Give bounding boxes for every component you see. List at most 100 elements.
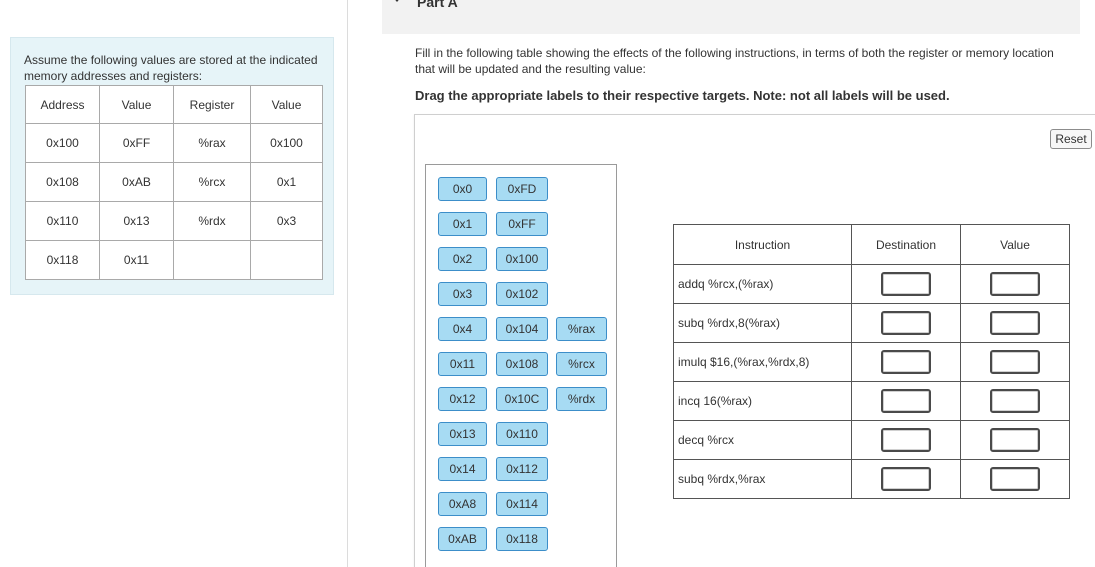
register-cell: %rcx — [173, 162, 251, 202]
table-row: addq %rcx,(%rax) — [673, 264, 1070, 304]
address-cell: 0x118 — [25, 240, 100, 280]
header-register-value: Value — [250, 85, 323, 124]
register-value-cell — [250, 240, 323, 280]
label-bank: 0x0 0x1 0x2 0x3 0x4 0x11 0x12 0x13 0x14 … — [425, 164, 617, 567]
drag-label[interactable]: 0xFD — [496, 177, 548, 201]
value-drop-target[interactable] — [990, 272, 1040, 296]
drag-label[interactable]: 0x4 — [438, 317, 487, 341]
reset-button[interactable]: Reset — [1050, 129, 1092, 149]
destination-drop-target[interactable] — [881, 350, 931, 374]
table-row: incq 16(%rax) — [673, 381, 1070, 421]
value-cell — [960, 264, 1070, 304]
drag-instructions: Drag the appropriate labels to their res… — [415, 88, 950, 103]
destination-drop-target[interactable] — [881, 467, 931, 491]
destination-cell — [851, 342, 961, 382]
destination-cell — [851, 420, 961, 460]
drag-label[interactable]: 0x112 — [496, 457, 548, 481]
header-address: Address — [25, 85, 100, 124]
drag-label[interactable]: 0x2 — [438, 247, 487, 271]
instruction-cell: addq %rcx,(%rax) — [673, 264, 852, 304]
destination-cell — [851, 381, 961, 421]
register-value-cell: 0x3 — [250, 201, 323, 241]
drag-label[interactable]: 0x12 — [438, 387, 487, 411]
destination-cell — [851, 303, 961, 343]
drag-label[interactable]: 0x104 — [496, 317, 548, 341]
drag-label[interactable]: 0x110 — [496, 422, 548, 446]
drag-label[interactable]: 0x10C — [496, 387, 548, 411]
value-drop-target[interactable] — [990, 389, 1040, 413]
drag-label[interactable]: 0x114 — [496, 492, 548, 516]
instruction-cell: imulq $16,(%rax,%rdx,8) — [673, 342, 852, 382]
register-cell — [173, 240, 251, 280]
header-value: Value — [99, 85, 174, 124]
drag-label[interactable]: 0xAB — [438, 527, 487, 551]
caret-down-icon[interactable] — [392, 0, 402, 2]
drag-label[interactable]: 0x100 — [496, 247, 548, 271]
drag-label[interactable]: 0x0 — [438, 177, 487, 201]
table-row: subq %rdx,8(%rax) — [673, 303, 1070, 343]
value-cell — [960, 342, 1070, 382]
address-cell: 0x108 — [25, 162, 100, 202]
destination-drop-target[interactable] — [881, 428, 931, 452]
destination-drop-target[interactable] — [881, 311, 931, 335]
memory-value-cell: 0x13 — [99, 201, 174, 241]
drag-label-register[interactable]: %rax — [556, 317, 607, 341]
drag-label-register[interactable]: %rcx — [556, 352, 607, 376]
destination-cell — [851, 459, 961, 499]
drag-label[interactable]: 0x1 — [438, 212, 487, 236]
instruction-cell: subq %rdx,%rax — [673, 459, 852, 499]
header-instruction: Instruction — [673, 224, 852, 265]
answer-table: Instruction Destination Value addq %rcx,… — [673, 224, 1070, 499]
register-cell: %rax — [173, 123, 251, 163]
address-cell: 0x100 — [25, 123, 100, 163]
value-drop-target[interactable] — [990, 467, 1040, 491]
register-value-cell: 0x100 — [250, 123, 323, 163]
drag-label[interactable]: 0x14 — [438, 457, 487, 481]
table-row: 0x100 0xFF %rax 0x100 — [25, 123, 323, 163]
destination-drop-target[interactable] — [881, 389, 931, 413]
memory-value-cell: 0xFF — [99, 123, 174, 163]
value-cell — [960, 381, 1070, 421]
given-values-text: Assume the following values are stored a… — [24, 53, 318, 83]
header-register: Register — [173, 85, 251, 124]
instruction-cell: incq 16(%rax) — [673, 381, 852, 421]
address-cell: 0x110 — [25, 201, 100, 241]
given-values-table: Address Value Register Value 0x100 0xFF … — [25, 85, 323, 280]
table-row: 0x118 0x11 — [25, 240, 323, 280]
value-cell — [960, 459, 1070, 499]
drag-label[interactable]: 0xFF — [496, 212, 548, 236]
register-value-cell: 0x1 — [250, 162, 323, 202]
drag-label[interactable]: 0x118 — [496, 527, 548, 551]
part-title: Part A — [417, 0, 458, 10]
drag-label[interactable]: 0x13 — [438, 422, 487, 446]
answer-header-row: Instruction Destination Value — [673, 224, 1070, 265]
drag-label-register[interactable]: %rdx — [556, 387, 607, 411]
value-drop-target[interactable] — [990, 350, 1040, 374]
value-cell — [960, 303, 1070, 343]
value-cell — [960, 420, 1070, 460]
header-value: Value — [960, 224, 1070, 265]
drag-label[interactable]: 0x3 — [438, 282, 487, 306]
drag-label[interactable]: 0x108 — [496, 352, 548, 376]
table-row: 0x108 0xAB %rcx 0x1 — [25, 162, 323, 202]
panel-divider — [347, 0, 348, 567]
given-values-header-row: Address Value Register Value — [25, 85, 323, 124]
table-row: imulq $16,(%rax,%rdx,8) — [673, 342, 1070, 382]
part-a-header[interactable]: Part A — [382, 0, 1080, 34]
memory-value-cell: 0xAB — [99, 162, 174, 202]
register-cell: %rdx — [173, 201, 251, 241]
destination-drop-target[interactable] — [881, 272, 931, 296]
destination-cell — [851, 264, 961, 304]
drag-label[interactable]: 0x102 — [496, 282, 548, 306]
drag-label[interactable]: 0xA8 — [438, 492, 487, 516]
table-row: decq %rcx — [673, 420, 1070, 460]
instruction-cell: subq %rdx,8(%rax) — [673, 303, 852, 343]
value-drop-target[interactable] — [990, 311, 1040, 335]
value-drop-target[interactable] — [990, 428, 1040, 452]
table-row: 0x110 0x13 %rdx 0x3 — [25, 201, 323, 241]
instruction-cell: decq %rcx — [673, 420, 852, 460]
drag-label[interactable]: 0x11 — [438, 352, 487, 376]
question-instructions: Fill in the following table showing the … — [415, 46, 1054, 76]
header-destination: Destination — [851, 224, 961, 265]
given-values-panel: Assume the following values are stored a… — [10, 37, 334, 295]
